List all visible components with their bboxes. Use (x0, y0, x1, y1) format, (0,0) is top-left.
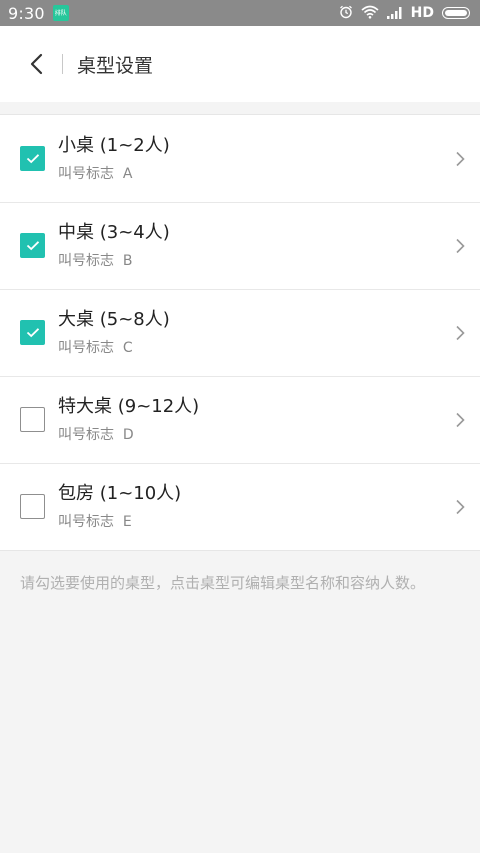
checkmark-icon (26, 154, 39, 164)
item-subtitle: 叫号标志 A (58, 165, 133, 182)
chevron-right-icon (452, 412, 468, 428)
signal-icon (386, 4, 403, 23)
item-subtitle: 叫号标志 E (58, 513, 132, 530)
list-item-medium-table[interactable]: 中桌 (3~4人) 叫号标志 B (0, 202, 480, 289)
app-notification-icon: 排队 (52, 5, 69, 21)
checkbox[interactable] (20, 320, 45, 345)
app-notification-label: 排队 (54, 9, 67, 17)
checkbox[interactable] (20, 494, 45, 519)
item-title: 大桌 (5~8人) (58, 308, 170, 330)
header: 桌型设置 (0, 26, 480, 102)
list-item-small-table[interactable]: 小桌 (1~2人) 叫号标志 A (0, 115, 480, 202)
chevron-right-icon (452, 151, 468, 167)
back-button[interactable] (24, 52, 48, 76)
chevron-right-icon (452, 238, 468, 254)
item-title: 小桌 (1~2人) (58, 134, 170, 156)
item-title: 特大桌 (9~12人) (58, 395, 200, 417)
checkmark-icon (26, 328, 39, 338)
chevron-right-icon (452, 499, 468, 515)
battery-icon (442, 7, 470, 19)
alarm-icon (339, 4, 353, 23)
checkbox[interactable] (20, 233, 45, 258)
hint-text: 请勾选要使用的桌型，点击桌型可编辑桌型名称和容纳人数。 (20, 574, 426, 592)
list-item-private-room[interactable]: 包房 (1~10人) 叫号标志 E (0, 463, 480, 550)
status-bar: 9:30 排队 HD (0, 0, 480, 26)
checkbox[interactable] (20, 407, 45, 432)
item-subtitle: 叫号标志 C (58, 339, 133, 356)
page-title: 桌型设置 (77, 54, 154, 77)
chevron-left-icon (30, 53, 43, 75)
chevron-right-icon (452, 325, 468, 341)
wifi-icon (361, 4, 379, 23)
header-divider (62, 54, 63, 74)
status-time: 9:30 (8, 3, 45, 23)
item-title: 中桌 (3~4人) (58, 221, 170, 243)
item-title: 包房 (1~10人) (58, 482, 182, 504)
checkbox[interactable] (20, 146, 45, 171)
status-icons: HD (339, 4, 470, 23)
item-subtitle: 叫号标志 B (58, 252, 133, 269)
checkmark-icon (26, 241, 39, 251)
list-item-extra-large-table[interactable]: 特大桌 (9~12人) 叫号标志 D (0, 376, 480, 463)
network-type: HD (410, 5, 434, 21)
table-type-list: 小桌 (1~2人) 叫号标志 A 中桌 (3~4人) 叫号标志 B 大桌 (5~… (0, 114, 480, 551)
item-subtitle: 叫号标志 D (58, 426, 134, 443)
list-item-large-table[interactable]: 大桌 (5~8人) 叫号标志 C (0, 289, 480, 376)
